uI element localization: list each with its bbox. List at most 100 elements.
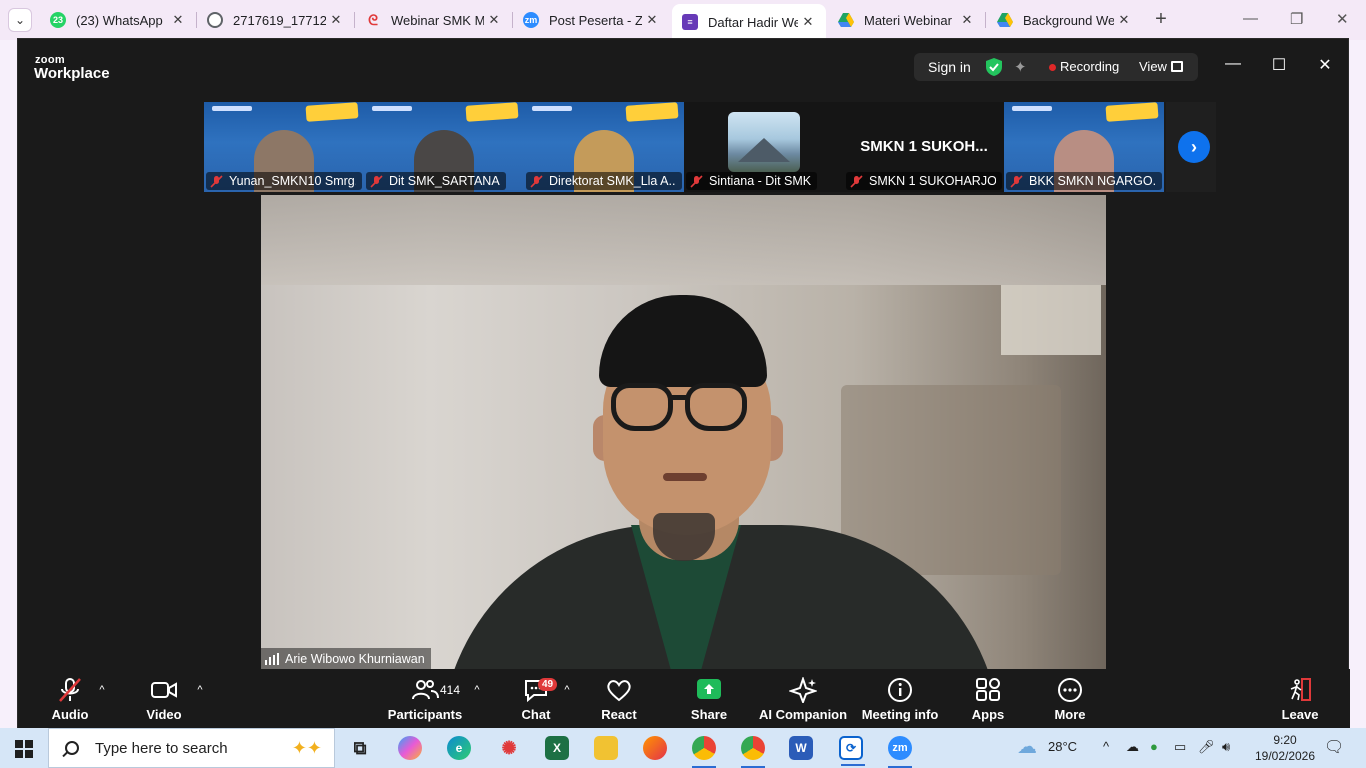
zoom-close-icon[interactable]: ✕	[1315, 55, 1335, 75]
participant-name: BKK SMKN NGARGO...	[1029, 174, 1156, 188]
notification-icon[interactable]: 🗨︎	[1324, 737, 1344, 757]
chevron-up-icon[interactable]: ^	[561, 684, 573, 696]
active-speaker-video[interactable]	[261, 195, 1106, 669]
slide-logo	[1012, 106, 1052, 111]
close-icon[interactable]: ✕	[798, 14, 818, 30]
view-button[interactable]: View	[1139, 59, 1167, 74]
weather-cloud-icon[interactable]: ☁	[1017, 734, 1037, 759]
onedrive-icon[interactable]: ☁	[1126, 739, 1139, 755]
word-icon[interactable]: W	[789, 736, 813, 760]
participant-name: Dit SMK_SARTANA	[389, 174, 500, 188]
chevron-up-icon[interactable]: ^	[471, 684, 483, 696]
chevron-right-icon[interactable]: ›	[1178, 131, 1210, 163]
restore-icon[interactable]: ❐	[1290, 10, 1303, 28]
participant-nameplate: Direktorat SMK_Lla A...	[526, 172, 682, 190]
globe-icon	[207, 12, 223, 28]
chevron-up-icon[interactable]: ^	[1103, 739, 1109, 754]
participant-thumbnail[interactable]: Dit SMK_SARTANA	[364, 102, 524, 192]
meeting-info-label: Meeting info	[861, 707, 939, 722]
video-camera-icon	[151, 682, 177, 698]
tab-daftar-hadir[interactable]: ≡ Daftar Hadir We ✕	[672, 4, 826, 40]
participant-thumbnail[interactable]: BKK SMKN NGARGO...	[1004, 102, 1164, 192]
volume-icon[interactable]: 🔊︎	[1222, 739, 1230, 755]
slide-logo	[372, 106, 412, 111]
tab-title: Webinar SMK M	[391, 12, 484, 28]
view-grid-icon[interactable]	[1171, 61, 1183, 72]
background-ceiling	[261, 195, 1106, 285]
info-icon	[888, 678, 912, 702]
forms-icon: ≡	[682, 14, 698, 30]
taskbar-clock[interactable]: 9:20 19/02/2026	[1250, 732, 1320, 764]
share-button[interactable]: Share	[686, 669, 732, 729]
chrome-icon[interactable]	[692, 736, 716, 768]
speaker-nameplate: Arie Wibowo Khurniawan	[261, 648, 431, 669]
new-tab-icon[interactable]: +	[1150, 8, 1172, 31]
close-icon[interactable]: ✕	[1114, 12, 1134, 28]
tab-whatsapp[interactable]: 23 (23) WhatsApp ✕	[40, 6, 197, 34]
participant-thumbnail[interactable]: Yunan_SMKN10 Smrg.	[204, 102, 364, 192]
tab-zoom-post[interactable]: zm Post Peserta - Zo ✕	[513, 6, 670, 34]
participants-button[interactable]: Participants	[388, 669, 462, 729]
close-icon[interactable]: ✕	[484, 12, 504, 28]
chevron-up-icon[interactable]: ^	[194, 684, 206, 696]
minimize-icon[interactable]: —	[1243, 10, 1258, 27]
microphone-icon[interactable]: 🎤︎	[1198, 739, 1215, 755]
speaker-mouth	[663, 473, 707, 481]
apps-grid-icon	[976, 678, 1000, 701]
leave-button[interactable]: Leave	[1280, 669, 1320, 729]
tab-file[interactable]: 2717619_177122 ✕	[197, 6, 355, 34]
participant-thumbnail[interactable]: Sintiana - Dit SMK	[684, 102, 844, 192]
chevron-up-icon[interactable]: ^	[96, 684, 108, 696]
sign-in-button[interactable]: Sign in	[928, 59, 971, 75]
heart-icon	[607, 680, 631, 702]
close-icon[interactable]: ✕	[326, 12, 346, 28]
chrome-profile-icon[interactable]	[741, 736, 765, 768]
ai-sparkle-icon[interactable]: ✦	[1014, 58, 1027, 76]
participant-thumbnail[interactable]: SMKN 1 SUKOH... SMKN 1 SUKOHARJO...	[844, 102, 1004, 192]
speaker-glasses	[611, 383, 673, 431]
ai-companion-button[interactable]: AI Companion	[759, 669, 847, 729]
zoom-minimize-icon[interactable]: —	[1223, 55, 1243, 73]
participant-thumbnail[interactable]: Direktorat SMK_Lla A...	[524, 102, 684, 192]
security-shield-icon[interactable]	[986, 58, 1002, 76]
task-view-icon[interactable]: ⧉	[348, 736, 372, 760]
close-icon[interactable]: ✕	[168, 12, 188, 28]
close-icon[interactable]: ✕	[642, 12, 662, 28]
zoom-maximize-icon[interactable]: ☐	[1269, 55, 1289, 75]
tab-search-button[interactable]: ⌄	[8, 8, 32, 32]
webinar-banner	[465, 102, 519, 122]
more-button[interactable]: More	[1050, 669, 1090, 729]
tab-webinar[interactable]: ᘓ Webinar SMK M ✕	[355, 6, 513, 34]
tab-materi[interactable]: Materi Webinar ✕	[828, 6, 986, 34]
meeting-toolbar: Audio ^ Video ^ Participants 414 ^ Chat …	[18, 669, 1350, 729]
security-tray-icon[interactable]: ●	[1150, 739, 1158, 754]
participant-name: Yunan_SMKN10 Smrg.	[229, 174, 356, 188]
video-button[interactable]: Video	[142, 669, 186, 729]
copilot-icon[interactable]	[398, 736, 422, 760]
taskbar-search-input[interactable]: Type here to search ✦✦	[48, 728, 335, 768]
network-icon[interactable]: ▭	[1174, 739, 1186, 755]
weather-temperature[interactable]: 28°C	[1048, 739, 1077, 754]
remote-app-icon[interactable]: ⟳	[839, 736, 865, 766]
apps-button[interactable]: Apps	[968, 669, 1008, 729]
zoom-window: zoom Workplace Sign in ✦ Recording View …	[17, 38, 1350, 729]
speaker-glasses	[685, 383, 747, 431]
tab-background[interactable]: Background We ✕	[987, 6, 1142, 34]
audio-button[interactable]: Audio	[48, 669, 92, 729]
participants-icon	[412, 680, 439, 700]
recording-indicator[interactable]: Recording	[1060, 59, 1119, 74]
file-explorer-icon[interactable]	[594, 736, 618, 760]
react-button[interactable]: React	[596, 669, 642, 729]
close-icon[interactable]: ✕	[957, 12, 977, 28]
close-window-icon[interactable]: ✕	[1336, 10, 1349, 28]
windows-start-icon[interactable]	[15, 740, 33, 758]
edge-icon[interactable]: e	[447, 736, 471, 760]
clock-time: 9:20	[1273, 733, 1297, 747]
meeting-info-button[interactable]: Meeting info	[860, 669, 940, 729]
zoom-taskbar-icon[interactable]: zm	[888, 736, 912, 768]
tab-title: Background We	[1023, 12, 1114, 28]
firefox-icon[interactable]	[643, 736, 667, 760]
excel-icon[interactable]: X	[545, 736, 569, 760]
signal-strength-icon	[265, 652, 279, 665]
app-spiral-icon[interactable]: ✺	[497, 736, 521, 760]
